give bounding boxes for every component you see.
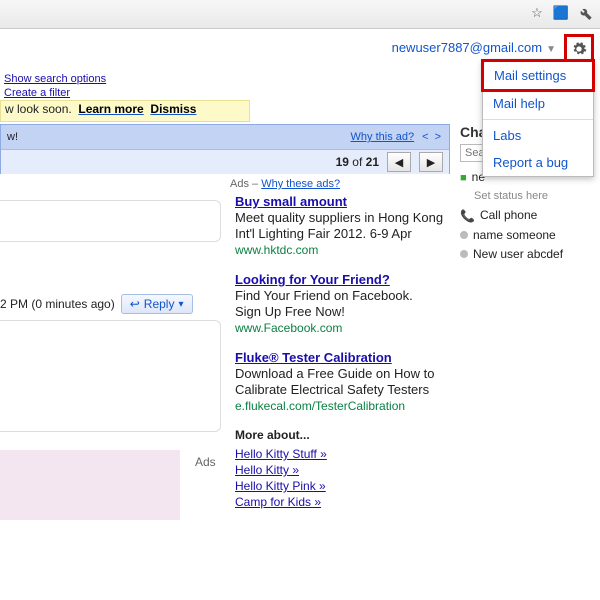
more-about-links: Hello Kitty Stuff » Hello Kitty » Hello …	[235, 446, 445, 510]
ad-item: Fluke® Tester Calibration Download a Fre…	[235, 350, 445, 414]
settings-dropdown: Mail settings Mail help Labs Report a bu…	[482, 60, 594, 177]
learn-more-link[interactable]: Learn more	[78, 102, 143, 116]
ad-text: Sign Up Free Now!	[235, 304, 345, 319]
menu-report-bug[interactable]: Report a bug	[483, 149, 593, 176]
ad-title-link[interactable]: Fluke® Tester Calibration	[235, 350, 392, 365]
prev-message-button[interactable]: ◀	[387, 152, 411, 172]
ad-url[interactable]: www.hktdc.com	[235, 243, 318, 257]
ad-text: Find Your Friend on Facebook.	[235, 288, 413, 303]
phone-icon: 📞	[460, 209, 475, 224]
ad-prev-icon[interactable]: <	[420, 131, 430, 143]
chat-contact[interactable]: name someone	[460, 228, 590, 243]
wrench-icon[interactable]	[576, 4, 594, 22]
ad-text: Calibrate Electrical Safety Testers	[235, 382, 429, 397]
more-about-heading: More about...	[235, 428, 445, 442]
message-header-bar: w! Why this ad? < > 19 of 21 ◀ ▶	[0, 124, 450, 174]
menu-separator	[483, 119, 593, 120]
message-meta-row: 2 PM (0 minutes ago) ↩ Reply ▾	[0, 294, 193, 314]
ad-text: Download a Free Guide on How to	[235, 366, 434, 381]
why-this-ad-link[interactable]: Why this ad?	[351, 131, 415, 143]
menu-mail-help[interactable]: Mail help	[483, 90, 593, 117]
next-message-button[interactable]: ▶	[419, 152, 443, 172]
reply-box[interactable]	[0, 320, 221, 432]
ad-url[interactable]: www.Facebook.com	[235, 321, 342, 335]
notice-text: w look soon.	[5, 102, 72, 116]
account-email-link[interactable]: newuser7887@gmail.com▼	[392, 40, 556, 55]
more-about-link[interactable]: Camp for Kids »	[235, 494, 445, 510]
reply-arrow-icon: ↩	[130, 297, 140, 311]
notice-bar: w look soon. Learn more Dismiss	[0, 100, 250, 122]
status-dot-icon	[460, 250, 468, 258]
skype-icon[interactable]: 🟦	[552, 4, 570, 22]
chat-status-text[interactable]: Set status here	[474, 190, 590, 202]
ad-title-link[interactable]: Looking for Your Friend?	[235, 272, 390, 287]
menu-mail-settings[interactable]: Mail settings	[481, 59, 595, 92]
message-counter: 19 of 21	[336, 155, 379, 169]
menu-labs[interactable]: Labs	[483, 122, 593, 149]
reply-button[interactable]: ↩ Reply ▾	[121, 294, 193, 314]
ad-text: Int'l Lighting Fair 2012. 6-9 Apr	[235, 226, 412, 241]
ad-item: Looking for Your Friend? Find Your Frien…	[235, 272, 445, 336]
ad-next-icon[interactable]: >	[433, 131, 443, 143]
chevron-down-icon: ▾	[178, 299, 183, 310]
show-search-options-link[interactable]: Show search options	[4, 73, 106, 85]
why-these-ads-link[interactable]: Why these ads?	[261, 178, 340, 190]
more-about-link[interactable]: Hello Kitty Stuff »	[235, 446, 445, 462]
bluebar-left-text: w!	[7, 131, 18, 143]
ads-header: Ads – Why these ads?	[230, 178, 340, 190]
ad-item: Buy small amount Meet quality suppliers …	[235, 194, 445, 258]
status-dot-icon	[460, 231, 468, 239]
ads-column: Buy small amount Meet quality suppliers …	[235, 194, 445, 510]
star-icon[interactable]: ☆	[528, 4, 546, 22]
browser-toolbar: ☆ 🟦	[0, 0, 600, 29]
camera-icon: ■	[460, 171, 467, 186]
create-filter-link[interactable]: Create a filter	[4, 87, 70, 99]
ad-text: Meet quality suppliers in Hong Kong	[235, 210, 443, 225]
chevron-down-icon: ▼	[546, 44, 556, 55]
ad-title-link[interactable]: Buy small amount	[235, 194, 347, 209]
ad-placeholder	[0, 450, 180, 520]
more-about-link[interactable]: Hello Kitty »	[235, 462, 445, 478]
chat-call-phone[interactable]: 📞 Call phone	[460, 208, 590, 224]
more-about-link[interactable]: Hello Kitty Pink »	[235, 478, 445, 494]
message-body-box	[0, 200, 221, 242]
dismiss-link[interactable]: Dismiss	[150, 102, 196, 116]
message-timestamp: 2 PM (0 minutes ago)	[0, 297, 115, 311]
ad-url[interactable]: e.flukecal.com/TesterCalibration	[235, 399, 405, 413]
search-options: Show search options Create a filter	[4, 72, 106, 100]
ads-label: Ads	[195, 455, 216, 469]
chat-contact[interactable]: New user abcdef	[460, 247, 590, 262]
